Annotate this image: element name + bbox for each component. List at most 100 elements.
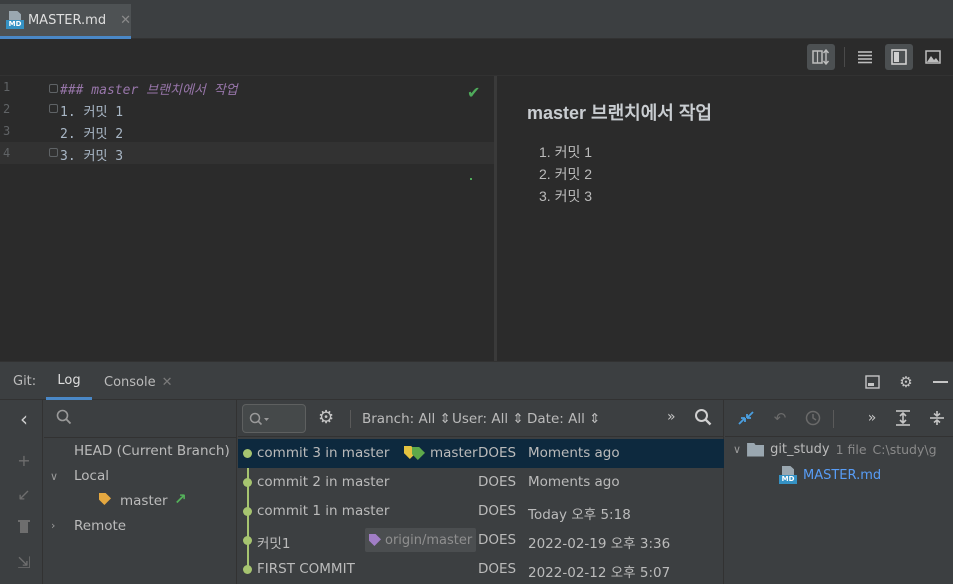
editor-tab-master-md[interactable]: MD MASTER.md ✕ [0, 4, 131, 39]
layout-icon[interactable] [862, 372, 882, 392]
tag-icon [99, 493, 111, 509]
tag-icon [369, 534, 381, 546]
commit-row[interactable]: commit 3 in master master DOES Moments a… [238, 439, 724, 468]
minimize-icon[interactable] [930, 372, 950, 392]
compare-icon[interactable]: ⇲ [14, 553, 34, 572]
branch-head[interactable]: HEAD (Current Branch) [74, 443, 230, 459]
tab-console[interactable]: Console ✕ [104, 364, 173, 400]
close-console-icon[interactable]: ✕ [162, 375, 173, 390]
collapse-left-icon[interactable]: ‹ [14, 407, 34, 431]
toolbar-divider [833, 410, 834, 428]
changed-file-name: MASTER.md [803, 467, 882, 483]
commit-author: DOES [478, 561, 517, 577]
commit-date: 2022-02-19 오후 3:36 [528, 536, 671, 552]
commit-date: Today 오후 5:18 [528, 507, 631, 523]
preview-heading: master 브랜치에서 작업 [527, 103, 712, 123]
filter-user-label: User: All [452, 411, 509, 427]
commit-row[interactable]: commit 1 in master DOES Today 오후 5:18 [238, 497, 724, 526]
outgoing-arrow-icon: ↗ [174, 490, 187, 508]
updown-icon: ⇕ [512, 411, 524, 427]
branch-group-local[interactable]: Local [74, 468, 109, 484]
commit-row[interactable]: 커밋1 origin/master DOES 2022-02-19 오후 3:3… [238, 526, 724, 555]
undo-icon[interactable]: ↶ [769, 407, 791, 429]
toolbar-divider [844, 47, 845, 67]
commit-message: commit 1 in master [257, 503, 390, 519]
changes-root-node[interactable]: ∨ git_study 1 file C:\study\g [733, 442, 937, 457]
code-line: 3. 커밋 3 [60, 149, 124, 164]
tab-log-label: Log [57, 373, 81, 388]
collapse-all-icon[interactable] [926, 407, 948, 429]
chevron-down-icon[interactable]: ∨ [733, 443, 741, 456]
fold-marker-icon[interactable] [49, 148, 58, 157]
branch-group-remote[interactable]: Remote [74, 518, 126, 534]
gear-icon[interactable]: ⚙ [896, 372, 916, 392]
divider [44, 437, 237, 438]
commit-message: commit 2 in master [257, 474, 390, 490]
ref-name: origin/master [385, 532, 473, 548]
filter-user[interactable]: User: All ⇕ [452, 411, 524, 427]
commit-row[interactable]: FIRST COMMIT DOES 2022-02-12 오후 5:07 [238, 555, 724, 584]
preview-list-item: 3. 커밋 3 [539, 188, 593, 204]
changed-file[interactable]: MD MASTER.md [779, 466, 881, 484]
collapse-arrows-icon[interactable] [735, 407, 757, 429]
filter-date[interactable]: Date: All ⇕ [527, 411, 600, 427]
git-tool-label: Git: [13, 374, 37, 389]
filter-date-label: Date: All [527, 411, 585, 427]
more-icon[interactable]: » [861, 407, 883, 429]
folder-icon [747, 442, 765, 457]
commit-node [243, 449, 252, 458]
editor-tab-bar [0, 0, 953, 39]
line-number: 1 [3, 80, 11, 94]
checkout-icon[interactable]: ↙ [14, 485, 34, 504]
code-line: 2. 커밋 2 [60, 127, 124, 142]
root-folder-name: git_study [770, 442, 830, 457]
line-number: 3 [3, 124, 11, 138]
updown-icon: ⇕ [439, 411, 451, 427]
chevron-right-icon[interactable]: › [51, 519, 55, 532]
toolbar-divider [350, 410, 351, 428]
preview-list-item: 2. 커밋 2 [539, 166, 593, 182]
commit-node [243, 478, 252, 487]
commit-node [243, 507, 252, 516]
delete-branch-icon[interactable] [14, 518, 34, 537]
fold-marker-icon[interactable] [49, 84, 58, 93]
commit-message: 커밋1 [257, 536, 291, 552]
fold-marker-icon[interactable] [49, 104, 58, 113]
no-problems-check-icon[interactable]: ✔ [467, 83, 480, 102]
search-icon[interactable] [56, 409, 72, 429]
add-branch-icon[interactable]: + [14, 451, 34, 470]
chevron-down-icon[interactable]: ∨ [50, 470, 58, 483]
line-number: 4 [3, 146, 11, 160]
commit-date: 2022-02-12 오후 5:07 [528, 565, 671, 581]
preview-only-icon[interactable] [919, 44, 947, 70]
markdown-file-icon: MD [779, 466, 797, 484]
tab-log[interactable]: Log [46, 364, 92, 400]
scroll-marker [470, 178, 472, 180]
ref-label-remote: origin/master [365, 528, 477, 552]
commit-row[interactable]: commit 2 in master DOES Moments ago [238, 468, 724, 497]
commit-date: Moments ago [528, 445, 620, 461]
commit-message: commit 3 in master [257, 445, 390, 461]
code-line: 1. 커밋 1 [60, 105, 124, 120]
more-icon[interactable]: » [667, 409, 676, 425]
code-line: ### master 브랜치에서 작업 [60, 83, 238, 98]
editor-and-preview-icon[interactable] [885, 44, 913, 70]
preview-list-item: 1. 커밋 1 [539, 144, 593, 160]
file-count: 1 file [835, 442, 867, 457]
commit-node [243, 536, 252, 545]
filter-branch[interactable]: Branch: All ⇕ [362, 411, 451, 427]
branch-master[interactable]: master [120, 493, 168, 509]
expand-all-icon[interactable] [892, 407, 914, 429]
log-search-input[interactable] [242, 404, 306, 433]
close-tab-icon[interactable]: ✕ [120, 13, 131, 28]
commit-date: Moments ago [528, 474, 620, 490]
sync-scroll-icon[interactable] [807, 44, 835, 70]
gear-icon[interactable]: ⚙ [318, 407, 340, 429]
history-icon[interactable] [802, 407, 824, 429]
filter-branch-label: Branch: All [362, 411, 436, 427]
markdown-file-icon: MD [6, 11, 24, 29]
tab-console-label: Console [104, 374, 156, 390]
search-icon[interactable] [694, 408, 712, 430]
branch-tree [44, 400, 237, 584]
editor-only-icon[interactable] [851, 44, 879, 70]
